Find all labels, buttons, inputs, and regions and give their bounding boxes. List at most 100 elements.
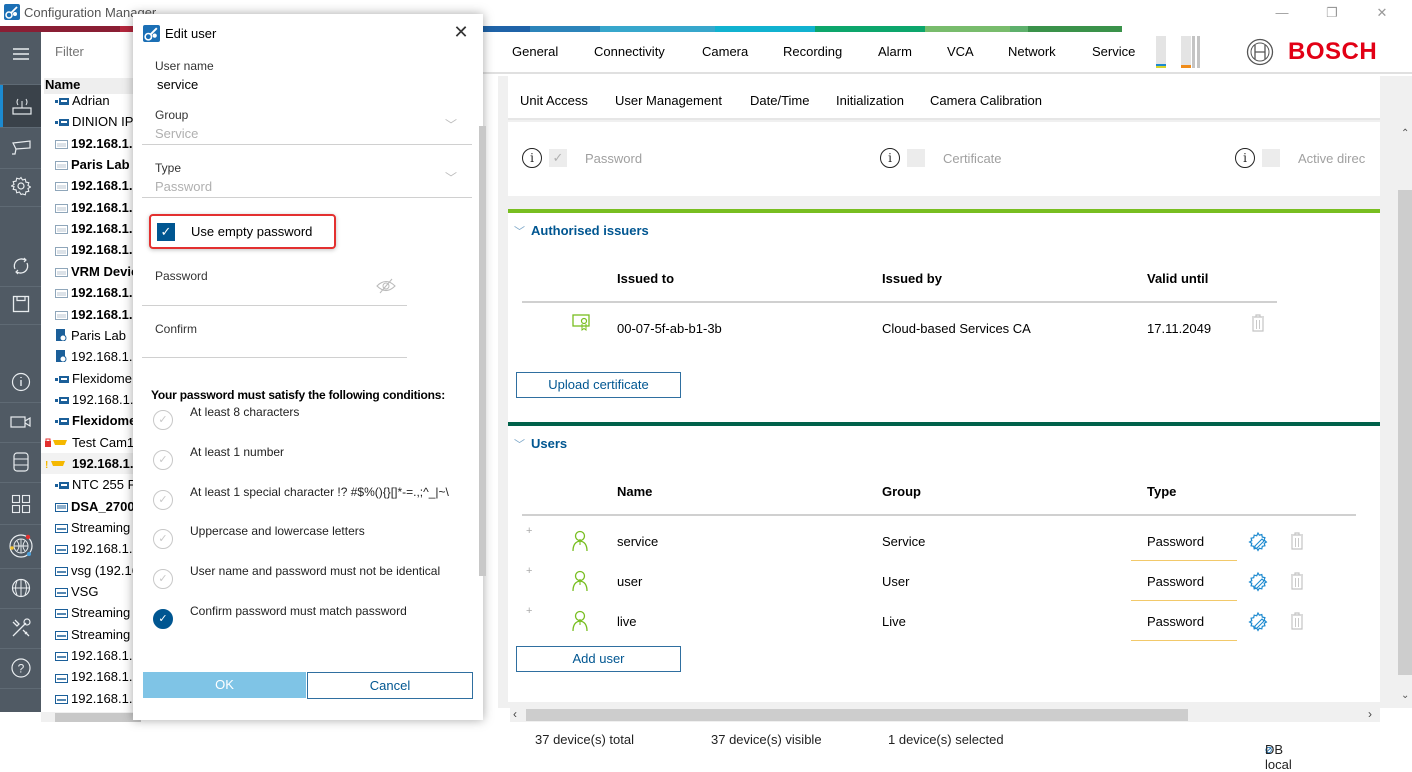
info-icon[interactable]: i	[880, 148, 900, 168]
tree-item[interactable]: vsg (192.16	[41, 560, 141, 581]
add-user-button[interactable]: Add user	[516, 646, 681, 672]
auth-option-password[interactable]: i ✓ Password	[522, 148, 642, 168]
gear-icon[interactable]	[0, 166, 41, 206]
subtab-initialization[interactable]: Initialization	[836, 93, 904, 108]
tree-item[interactable]: Paris Lab	[41, 325, 141, 346]
tab-alarm[interactable]: Alarm	[878, 44, 912, 59]
globe-icon[interactable]	[0, 568, 41, 608]
chevron-down-icon: ﹀	[445, 118, 458, 132]
info-icon[interactable]: i	[1235, 148, 1255, 168]
upload-certificate-button[interactable]: Upload certificate	[516, 372, 681, 398]
subtab-user-management[interactable]: User Management	[615, 93, 722, 108]
restore-button[interactable]: ❐	[1312, 2, 1352, 24]
globe-status-icon[interactable]	[0, 526, 41, 566]
tree-item[interactable]: 192.168.1.1	[41, 197, 141, 218]
tree-item[interactable]: 192.168.1.1	[41, 175, 141, 196]
tree-item[interactable]: Adrian	[41, 90, 141, 111]
expand-row-icon[interactable]: +	[526, 565, 532, 577]
edit-settings-icon[interactable]	[1247, 571, 1269, 593]
tree-item[interactable]: Streaming	[41, 517, 141, 538]
tab-service[interactable]: Service	[1092, 44, 1135, 59]
tree-item[interactable]: DINION IP	[41, 111, 141, 132]
tools-icon[interactable]	[0, 608, 41, 648]
active-directory-auth-checkbox[interactable]	[1262, 149, 1280, 167]
use-empty-password-checkbox[interactable]: ✓ Use empty password	[149, 214, 336, 249]
ok-button[interactable]: OK	[143, 672, 306, 698]
dialog-scrollbar[interactable]	[479, 126, 486, 576]
tree-item[interactable]: Streaming	[41, 624, 141, 645]
save-icon[interactable]	[0, 284, 41, 324]
camera-icon[interactable]	[0, 128, 41, 168]
trash-icon[interactable]	[1289, 611, 1305, 631]
confirm-password-input[interactable]	[155, 337, 395, 355]
refresh-icon[interactable]	[0, 246, 41, 286]
tree-item[interactable]: 192.168.1.1	[41, 389, 141, 410]
tab-connectivity[interactable]: Connectivity	[594, 44, 665, 59]
subtab-camera-calibration[interactable]: Camera Calibration	[930, 93, 1042, 108]
tree-item[interactable]: 192.168.1.1	[41, 239, 141, 260]
tree-item[interactable]: 192.168.1.1	[41, 304, 141, 325]
condition-text: At least 1 special character !? #$%(){}[…	[190, 484, 449, 499]
trash-icon[interactable]	[1289, 571, 1305, 591]
video-icon[interactable]	[0, 402, 41, 442]
tree-item[interactable]: 192.168.1.1	[41, 688, 141, 709]
edit-settings-icon[interactable]	[1247, 611, 1269, 633]
tab-vca[interactable]: VCA	[947, 44, 974, 59]
close-window-button[interactable]: ✕	[1362, 2, 1402, 24]
eye-hidden-icon[interactable]	[376, 278, 396, 294]
minimize-button[interactable]: —	[1262, 2, 1302, 24]
close-icon[interactable]: ✕	[451, 22, 471, 42]
tab-camera[interactable]: Camera	[702, 44, 748, 59]
tree-item[interactable]: 192.168.1.1	[41, 538, 141, 559]
trash-icon[interactable]	[1250, 313, 1266, 333]
tree-item[interactable]: 192.168.1.7	[41, 133, 141, 154]
auth-option-active-directory[interactable]: i Active direc	[1235, 148, 1365, 168]
content-horizontal-scrollbar[interactable]: ‹ ›	[510, 707, 1380, 722]
tree-item[interactable]: Flexidome	[41, 368, 141, 389]
tab-general[interactable]: General	[512, 44, 558, 59]
tree-item[interactable]: 192.168.1.1	[41, 218, 141, 239]
authorised-issuers-toggle[interactable]: ﹀ Authorised issuers	[514, 223, 649, 239]
info-icon[interactable]: i	[522, 148, 542, 168]
filter-input[interactable]	[55, 44, 135, 59]
user-type: Password	[1147, 614, 1205, 629]
tree-item[interactable]: DSA_2700	[41, 496, 141, 517]
users-toggle[interactable]: ﹀ Users	[514, 436, 567, 452]
info-icon[interactable]	[0, 362, 41, 402]
tree-item[interactable]: NTC 255 P	[41, 474, 141, 495]
trash-icon[interactable]	[1289, 531, 1305, 551]
password-input[interactable]	[155, 284, 370, 302]
content-vertical-scrollbar[interactable]: ⌃ ⌄	[1398, 124, 1412, 708]
tree-item[interactable]: 192.168.1.7	[41, 282, 141, 303]
user-name: service	[617, 534, 659, 549]
subtab-date-time[interactable]: Date/Time	[750, 93, 809, 108]
tree-item[interactable]: Paris Lab	[41, 154, 141, 175]
expand-row-icon[interactable]: +	[526, 525, 532, 537]
certificate-auth-checkbox[interactable]	[907, 149, 925, 167]
hamburger-icon[interactable]	[0, 34, 41, 74]
edit-settings-icon[interactable]	[1247, 531, 1269, 553]
tab-network[interactable]: Network	[1008, 44, 1056, 59]
tree-item[interactable]: Streaming	[41, 602, 141, 623]
tree-item[interactable]: VSG	[41, 581, 141, 602]
network-device-icon[interactable]	[0, 85, 41, 127]
auth-option-certificate[interactable]: i Certificate	[880, 148, 1002, 168]
tree-horizontal-scrollbar[interactable]	[41, 712, 141, 722]
tree-item[interactable]: ! 192.168.1.3	[41, 452, 141, 474]
password-auth-checkbox[interactable]: ✓	[549, 149, 567, 167]
help-icon[interactable]: ?	[0, 648, 41, 688]
tree-item[interactable]: Flexidome	[41, 410, 141, 431]
password-condition: ✓ User name and password must not be iden…	[153, 564, 440, 590]
cancel-button[interactable]: Cancel	[307, 672, 473, 699]
tree-item[interactable]: 192.168.1.1	[41, 666, 141, 687]
tree-item[interactable]: VRM Device	[41, 261, 141, 282]
expand-row-icon[interactable]: +	[526, 605, 532, 617]
subtab-unit-access[interactable]: Unit Access	[520, 93, 588, 108]
tab-recording[interactable]: Recording	[783, 44, 842, 59]
tree-item[interactable]: 192.168.1.1	[41, 346, 141, 367]
database-icon[interactable]	[0, 442, 41, 482]
tree-item[interactable]: Test Cam1	[41, 432, 141, 453]
checkbox-checked-icon[interactable]: ✓	[157, 223, 175, 241]
tree-item[interactable]: 192.168.1.1	[41, 645, 141, 666]
grid-icon[interactable]	[0, 484, 41, 524]
